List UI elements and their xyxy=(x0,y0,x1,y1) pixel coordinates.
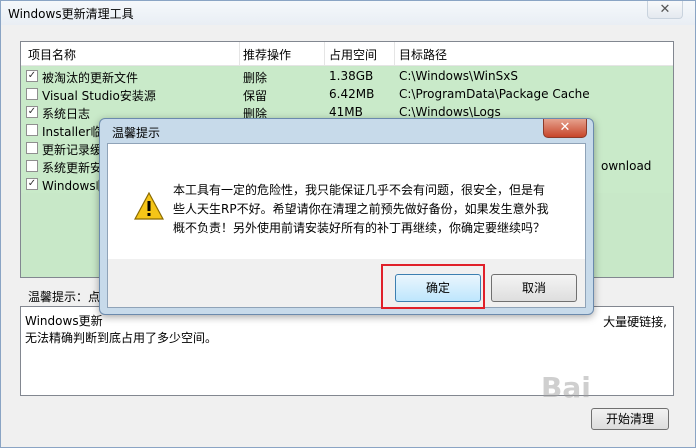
column-header-action[interactable]: 推荐操作 xyxy=(243,46,291,63)
column-header-size[interactable]: 占用空间 xyxy=(329,46,377,63)
tip-text: Windows更新 无法精确判断到底占用了多少空间。 xyxy=(25,313,671,347)
row-checkbox[interactable]: ✓ xyxy=(26,106,38,118)
row-checkbox[interactable]: ✓ xyxy=(26,178,38,190)
row-path: ownload xyxy=(601,159,652,173)
row-size: 6.42MB xyxy=(329,87,375,101)
row-name: 系统日志 xyxy=(42,107,91,121)
list-row[interactable]: Visual Studio安装源 保留 6.42MB C:\ProgramDat… xyxy=(21,85,673,103)
ok-button-highlight-box xyxy=(381,264,485,309)
row-name: Visual Studio安装源 xyxy=(42,89,156,103)
row-size: 1.38GB xyxy=(329,69,374,83)
title-bar: Windows更新清理工具 ✕ xyxy=(1,1,695,25)
tip-text-line2: 无法精确判断到底占用了多少空间。 xyxy=(25,331,218,345)
row-path: C:\Windows\WinSxS xyxy=(399,69,518,83)
column-divider xyxy=(394,42,395,66)
dialog-body: 本工具有一定的危险性，我只能保证几乎不会有问题，很安全，但是有些人天生RP不好。… xyxy=(107,143,586,308)
column-header-name[interactable]: 项目名称 xyxy=(28,46,76,63)
row-name: 被淘汰的更新文件 xyxy=(42,71,139,85)
row-name: 系统更新安 xyxy=(42,161,103,175)
row-action: 保留 xyxy=(243,89,268,103)
confirm-dialog: 温馨提示 ✕ 本工具有一定的危险性，我只能保证几乎不会有问题，很安全，但是有些人… xyxy=(99,118,594,315)
row-path: C:\ProgramData\Package Cache xyxy=(399,87,590,101)
column-divider xyxy=(239,42,240,66)
close-icon[interactable]: ✕ xyxy=(647,1,683,19)
tip-text-right: 大量硬链接, xyxy=(603,315,667,329)
tip-label: 温馨提示：点 xyxy=(28,290,101,304)
row-name: Windows临 xyxy=(42,179,108,193)
dialog-title: 温馨提示 xyxy=(112,126,161,140)
warning-icon xyxy=(134,192,164,220)
row-checkbox[interactable] xyxy=(26,160,38,172)
watermark: Bai xyxy=(541,371,591,404)
row-path: C:\Windows\Logs xyxy=(399,105,501,119)
row-name: 更新记录缓 xyxy=(42,143,103,157)
row-checkbox[interactable] xyxy=(26,142,38,154)
list-row[interactable]: ✓ 被淘汰的更新文件 删除 1.38GB C:\Windows\WinSxS xyxy=(21,67,673,85)
row-checkbox[interactable] xyxy=(26,88,38,100)
window-title: Windows更新清理工具 xyxy=(8,7,134,21)
column-divider xyxy=(324,42,325,66)
column-header-path[interactable]: 目标路径 xyxy=(399,46,447,63)
row-checkbox[interactable]: ✓ xyxy=(26,70,38,82)
row-name: Installer临 xyxy=(42,125,103,139)
start-cleanup-button[interactable]: 开始清理 xyxy=(591,408,669,430)
row-action: 删除 xyxy=(243,71,268,85)
dialog-message-area: 本工具有一定的危险性，我只能保证几乎不会有问题，很安全，但是有些人天生RP不好。… xyxy=(108,144,585,259)
row-checkbox[interactable] xyxy=(26,124,38,136)
dialog-message: 本工具有一定的危险性，我只能保证几乎不会有问题，很安全，但是有些人天生RP不好。… xyxy=(173,183,549,235)
dialog-close-icon[interactable]: ✕ xyxy=(543,119,587,138)
list-header: 项目名称 推荐操作 占用空间 目标路径 xyxy=(21,42,673,66)
row-size: 41MB xyxy=(329,105,363,119)
cancel-button[interactable]: 取消 xyxy=(491,274,577,302)
tip-text-line1: Windows更新 xyxy=(25,314,103,328)
